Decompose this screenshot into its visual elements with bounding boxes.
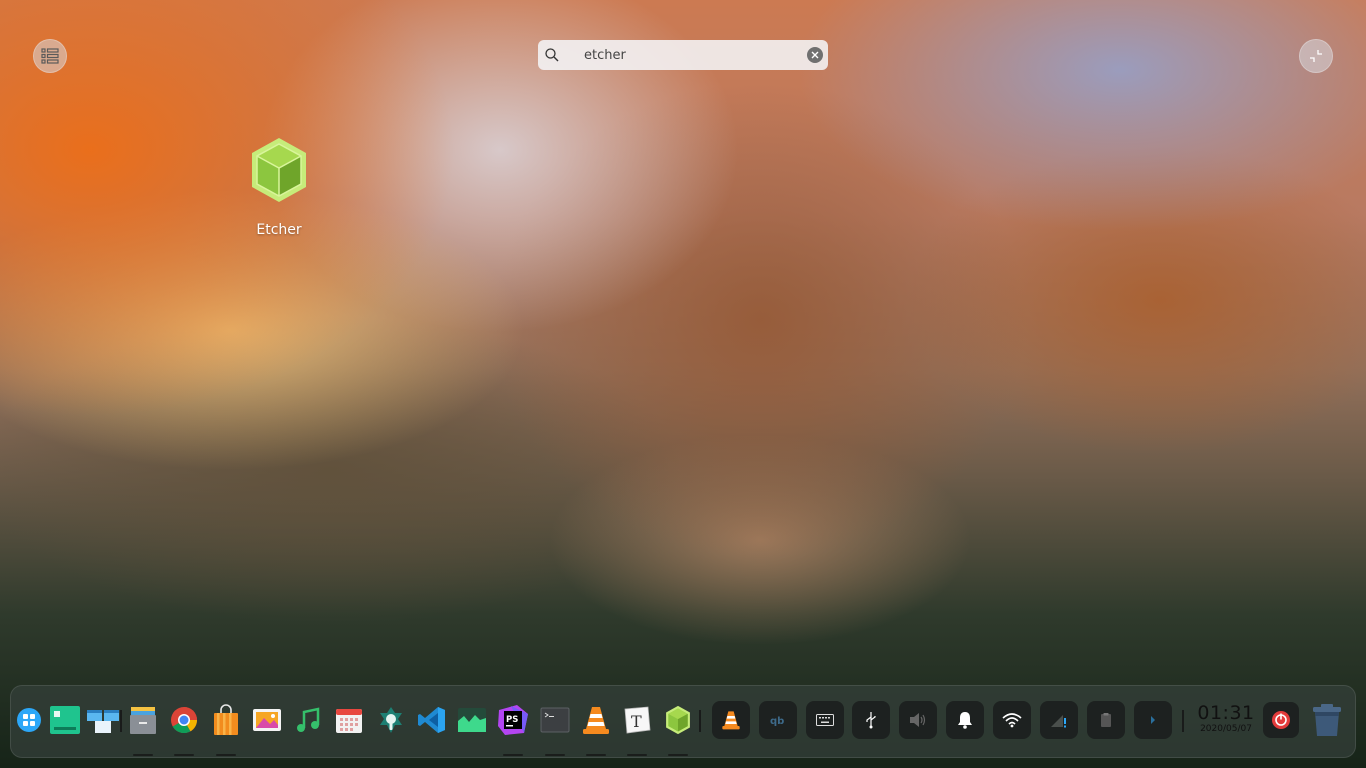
svg-text:qb: qb (770, 716, 784, 727)
tray-wifi[interactable] (993, 701, 1031, 739)
dock-separator (120, 710, 122, 732)
dock-app-launcher[interactable] (11, 702, 47, 738)
running-indicator (668, 754, 688, 756)
power-button[interactable] (1263, 702, 1299, 738)
volume-icon (910, 713, 926, 727)
tray-notifications[interactable] (946, 701, 984, 739)
dock-app-control-center[interactable] (373, 702, 409, 738)
dock-app-store[interactable] (208, 702, 244, 738)
music-note-icon (297, 707, 320, 732)
running-indicator (174, 754, 194, 756)
running-indicator (503, 754, 523, 756)
tray-qbittorrent[interactable]: qb (759, 701, 797, 739)
view-mode-toggle-button[interactable] (33, 39, 67, 73)
network-warning-icon (1051, 715, 1066, 728)
dock-app-phpstorm[interactable]: PS (495, 702, 531, 738)
running-indicator (133, 754, 153, 756)
dock-app-image-viewer[interactable] (249, 702, 285, 738)
tray-expand[interactable] (1134, 701, 1172, 739)
exit-fullscreen-icon (1310, 50, 1322, 62)
photos-icon (253, 709, 281, 731)
dock-app-system-monitor[interactable] (454, 702, 490, 738)
running-indicator (545, 754, 565, 756)
vscode-icon (418, 707, 445, 733)
dock: PS T qb 01:31 2020/05/07 (10, 685, 1356, 758)
tray-usb[interactable] (852, 701, 890, 739)
running-indicator (627, 754, 647, 756)
dock-separator (699, 710, 701, 732)
wifi-icon (1002, 713, 1022, 728)
svg-text:T: T (631, 712, 642, 731)
dock-app-vlc[interactable] (578, 702, 614, 738)
dock-separator (1182, 710, 1184, 732)
launcher-icon (17, 708, 41, 732)
running-indicator (216, 754, 236, 756)
dock-app-multitasking[interactable] (85, 702, 121, 738)
etcher-cube-icon (666, 705, 690, 735)
clock-date: 2020/05/07 (1200, 724, 1252, 734)
search-input[interactable] (584, 45, 804, 65)
vlc-cone-icon (722, 711, 740, 730)
system-monitor-icon (458, 708, 486, 732)
etcher-cube-icon (252, 138, 306, 202)
tray-vlc[interactable] (712, 701, 750, 739)
keyboard-icon (816, 714, 834, 726)
bell-icon (958, 712, 972, 729)
tray-volume[interactable] (899, 701, 937, 739)
green-window-icon (50, 706, 80, 734)
clipboard-icon (1101, 713, 1111, 727)
file-manager-icon (130, 707, 156, 734)
typora-icon: T (624, 706, 651, 734)
tray-network-warning[interactable] (1040, 701, 1078, 739)
chevron-right-icon (1151, 716, 1155, 724)
phpstorm-icon: PS (498, 705, 528, 735)
trash-icon (1313, 704, 1341, 736)
vlc-cone-icon (583, 707, 609, 734)
tray-keyboard[interactable] (806, 701, 844, 739)
dock-app-typora[interactable]: T (619, 702, 655, 738)
dock-app-chrome[interactable] (166, 702, 202, 738)
dock-app-music[interactable] (290, 702, 326, 738)
usb-icon (866, 712, 876, 729)
power-icon (1263, 702, 1299, 738)
search-icon (545, 48, 559, 62)
result-label: Etcher (256, 222, 302, 238)
list-view-icon (41, 48, 59, 64)
clear-icon (811, 51, 819, 59)
calendar-icon (336, 709, 362, 733)
dock-app-terminal[interactable] (537, 702, 573, 738)
search-result-etcher[interactable]: Etcher (236, 136, 322, 238)
tray-clipboard[interactable] (1087, 701, 1125, 739)
control-center-icon (380, 707, 402, 733)
multitasking-icon (87, 710, 119, 733)
clock-time: 01:31 (1197, 702, 1255, 724)
qbittorrent-icon: qb (770, 716, 784, 727)
dock-app-etcher[interactable] (660, 702, 696, 738)
clear-search-button[interactable] (807, 47, 823, 63)
dock-app-calendar[interactable] (331, 702, 367, 738)
dock-app-file-manager[interactable] (125, 702, 161, 738)
running-indicator (586, 754, 606, 756)
shopping-bag-icon (214, 704, 238, 735)
chrome-icon (171, 707, 198, 734)
search-box[interactable] (538, 40, 828, 70)
dock-app-green-window[interactable] (47, 702, 83, 738)
dock-app-vscode[interactable] (414, 702, 450, 738)
dock-trash[interactable] (1308, 702, 1346, 738)
fullscreen-toggle-button[interactable] (1299, 39, 1333, 73)
terminal-icon (540, 707, 570, 733)
datetime[interactable]: 01:31 2020/05/07 (1196, 703, 1256, 735)
svg-text:PS: PS (506, 715, 518, 725)
